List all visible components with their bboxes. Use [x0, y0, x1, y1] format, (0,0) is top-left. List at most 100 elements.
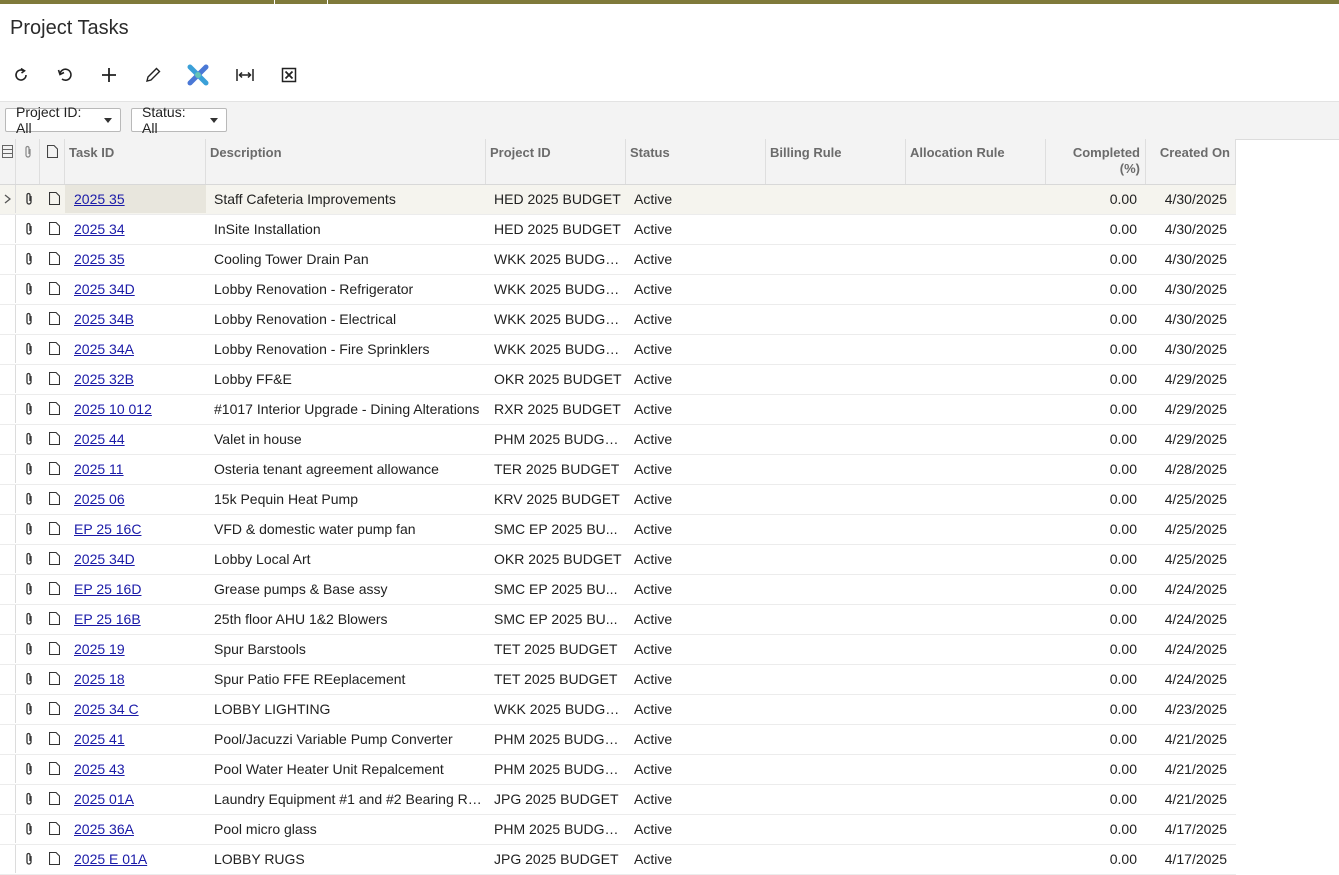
row-attachment-button[interactable] — [24, 732, 34, 749]
cell-allocation-rule[interactable] — [906, 815, 1046, 843]
cell-allocation-rule[interactable] — [906, 665, 1046, 693]
cell-status[interactable]: Active — [626, 845, 766, 873]
cell-created-on[interactable]: 4/24/2025 — [1146, 575, 1236, 603]
cell-project-id[interactable]: WKK 2025 BUDGET — [486, 695, 626, 723]
cell-created-on[interactable]: 4/24/2025 — [1146, 635, 1236, 663]
fit-columns-button[interactable] — [232, 62, 258, 88]
table-row[interactable]: 2025 34A Lobby Renovation - Fire Sprinkle… — [0, 335, 1236, 365]
cell-project-id[interactable]: JPG 2025 BUDGET — [486, 845, 626, 873]
row-attachment-button[interactable] — [24, 252, 34, 269]
row-selector[interactable] — [0, 365, 16, 393]
cell-description[interactable]: Cooling Tower Drain Pan — [206, 245, 486, 273]
table-row[interactable]: EP 25 16D Grease pumps & Base assy SMC EP … — [0, 575, 1236, 605]
table-row[interactable]: 2025 10 012 #1017 Interior Upgrade - Dini… — [0, 395, 1236, 425]
cell-created-on[interactable]: 4/30/2025 — [1146, 335, 1236, 363]
task-id-link[interactable]: EP 25 16D — [74, 581, 141, 597]
cell-created-on[interactable]: 4/21/2025 — [1146, 725, 1236, 753]
cell-allocation-rule[interactable] — [906, 455, 1046, 483]
cell-project-id[interactable]: TET 2025 BUDGET — [486, 665, 626, 693]
row-selector[interactable] — [0, 275, 16, 303]
cell-completed[interactable]: 0.00 — [1046, 335, 1146, 363]
table-row[interactable]: 2025 19 Spur Barstools TET 2025 BUDGET Acti… — [0, 635, 1236, 665]
task-id-link[interactable]: 2025 35 — [74, 191, 125, 207]
task-id-link[interactable]: 2025 34D — [74, 281, 135, 297]
cell-status[interactable]: Active — [626, 305, 766, 333]
table-row[interactable]: EP 25 16C VFD & domestic water pump fan SM… — [0, 515, 1236, 545]
cell-project-id[interactable]: OKR 2025 BUDGET — [486, 365, 626, 393]
row-selector[interactable] — [0, 305, 16, 333]
cell-status[interactable]: Active — [626, 275, 766, 303]
row-note-button[interactable] — [48, 791, 61, 808]
row-selector[interactable] — [0, 845, 16, 873]
cell-allocation-rule[interactable] — [906, 215, 1046, 243]
cell-completed[interactable]: 0.00 — [1046, 545, 1146, 573]
cell-project-id[interactable]: WKK 2025 BUDGET — [486, 275, 626, 303]
cell-billing-rule[interactable] — [766, 695, 906, 723]
cell-project-id[interactable]: HED 2025 BUDGET — [486, 215, 626, 243]
cell-status[interactable]: Active — [626, 725, 766, 753]
cell-billing-rule[interactable] — [766, 425, 906, 453]
row-attachment-button[interactable] — [24, 552, 34, 569]
cell-completed[interactable]: 0.00 — [1046, 485, 1146, 513]
task-id-link[interactable]: 2025 18 — [74, 671, 125, 687]
row-attachment-button[interactable] — [24, 402, 34, 419]
cell-created-on[interactable]: 4/17/2025 — [1146, 815, 1236, 843]
row-selector[interactable] — [0, 725, 16, 753]
row-note-button[interactable] — [48, 701, 61, 718]
cell-description[interactable]: Spur Barstools — [206, 635, 486, 663]
row-attachment-button[interactable] — [24, 672, 34, 689]
row-selector[interactable] — [0, 755, 16, 783]
task-id-link[interactable]: 2025 34 C — [74, 701, 139, 717]
task-id-link[interactable]: 2025 36A — [74, 821, 134, 837]
row-selector-header[interactable] — [0, 139, 16, 184]
row-attachment-button[interactable] — [24, 282, 34, 299]
cell-description[interactable]: Osteria tenant agreement allowance — [206, 455, 486, 483]
cell-allocation-rule[interactable] — [906, 275, 1046, 303]
table-row[interactable]: 2025 32B Lobby FF&E OKR 2025 BUDGET Active 0… — [0, 365, 1236, 395]
cell-billing-rule[interactable] — [766, 785, 906, 813]
row-selector[interactable] — [0, 395, 16, 423]
task-id-link[interactable]: 2025 06 — [74, 491, 125, 507]
task-id-link[interactable]: 2025 34B — [74, 311, 134, 327]
cell-billing-rule[interactable] — [766, 755, 906, 783]
cell-status[interactable]: Active — [626, 695, 766, 723]
cell-description[interactable]: Pool micro glass — [206, 815, 486, 843]
cell-completed[interactable]: 0.00 — [1046, 305, 1146, 333]
cell-project-id[interactable]: PHM 2025 BUDGET — [486, 425, 626, 453]
row-attachment-button[interactable] — [24, 792, 34, 809]
row-note-button[interactable] — [48, 641, 61, 658]
table-row[interactable]: 2025 34 C LOBBY LIGHTING WKK 2025 BUDGET Ac… — [0, 695, 1236, 725]
cell-billing-rule[interactable] — [766, 485, 906, 513]
row-note-button[interactable] — [48, 311, 61, 328]
row-selector[interactable] — [0, 245, 16, 273]
cell-project-id[interactable]: SMC EP 2025 BU... — [486, 575, 626, 603]
cell-completed[interactable]: 0.00 — [1046, 395, 1146, 423]
cell-completed[interactable]: 0.00 — [1046, 785, 1146, 813]
row-attachment-button[interactable] — [24, 192, 34, 209]
row-attachment-button[interactable] — [24, 462, 34, 479]
task-id-link[interactable]: 2025 43 — [74, 761, 125, 777]
cell-project-id[interactable]: WKK 2025 BUDGET — [486, 245, 626, 273]
cell-billing-rule[interactable] — [766, 545, 906, 573]
cell-billing-rule[interactable] — [766, 575, 906, 603]
cell-completed[interactable]: 0.00 — [1046, 725, 1146, 753]
cell-allocation-rule[interactable] — [906, 635, 1046, 663]
cell-billing-rule[interactable] — [766, 275, 906, 303]
cell-allocation-rule[interactable] — [906, 695, 1046, 723]
column-header-description[interactable]: Description — [206, 139, 486, 184]
cell-status[interactable]: Active — [626, 395, 766, 423]
cell-description[interactable]: Lobby Renovation - Fire Sprinklers — [206, 335, 486, 363]
cell-completed[interactable]: 0.00 — [1046, 845, 1146, 873]
cell-description[interactable]: Pool/Jacuzzi Variable Pump Converter — [206, 725, 486, 753]
column-header-project-id[interactable]: Project ID — [486, 139, 626, 184]
table-row[interactable]: 2025 35 Staff Cafeteria Improvements HED 2… — [0, 185, 1236, 215]
cell-status[interactable]: Active — [626, 665, 766, 693]
cell-billing-rule[interactable] — [766, 845, 906, 873]
cell-created-on[interactable]: 4/17/2025 — [1146, 845, 1236, 873]
task-id-link[interactable]: EP 25 16C — [74, 521, 141, 537]
row-note-button[interactable] — [48, 581, 61, 598]
cell-billing-rule[interactable] — [766, 215, 906, 243]
cell-billing-rule[interactable] — [766, 605, 906, 633]
cell-billing-rule[interactable] — [766, 365, 906, 393]
column-header-completed[interactable]: Completed (%) — [1046, 139, 1146, 184]
